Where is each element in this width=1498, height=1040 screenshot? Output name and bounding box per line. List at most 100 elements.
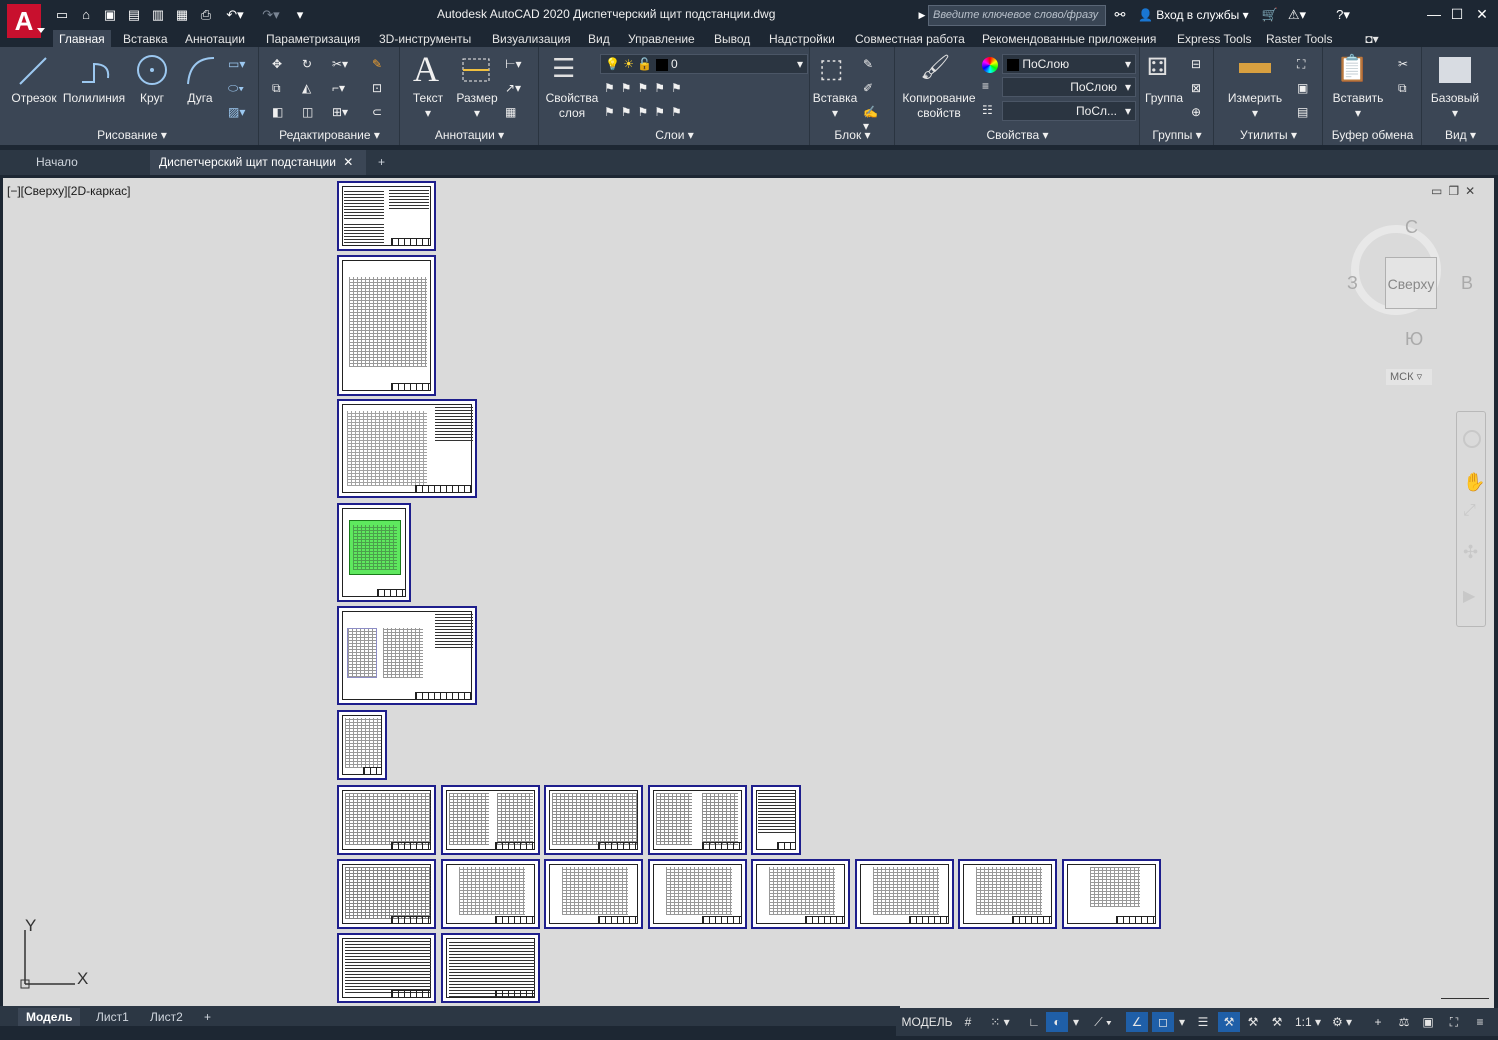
osnap-menu-icon[interactable]: ▾ [1176,1012,1188,1032]
isodraft-icon[interactable]: ⟋ ▾ [1086,1012,1120,1032]
table-icon[interactable]: ▦ [505,105,523,123]
ribbon-toggle-icon[interactable]: ◘▾ [1361,31,1383,47]
color-dropdown[interactable]: ПоСлою ▾ [1002,54,1136,74]
ucs-menu[interactable]: МСК ▿ [1386,369,1432,385]
groups-panel-title[interactable]: Группы ▾ [1141,127,1213,143]
tab-collaborate[interactable]: Совместная работа [855,31,965,47]
layer-tools-row1-icon[interactable]: ⚑⚑⚑⚑⚑ [604,81,724,99]
clean-screen-icon[interactable]: ⛶ [1444,1012,1464,1032]
save-as-icon[interactable]: ▤ [126,7,142,23]
compass-north[interactable]: С [1405,217,1418,238]
lineweight-dropdown[interactable]: ПоСл... ▾ [1002,101,1136,121]
tab-featured-apps[interactable]: Рекомендованные приложения [982,31,1156,47]
drawing-sheet[interactable] [544,785,643,855]
drawing-sheet[interactable] [855,859,954,929]
scale-icon[interactable]: ◫ [302,105,320,123]
close-icon[interactable]: ✕ [1470,4,1494,24]
layer-tools-row2-icon[interactable]: ⚑⚑⚑⚑⚑ [604,105,724,123]
draw-panel-title[interactable]: Рисование ▾ [6,127,258,143]
drawing-sheet[interactable] [751,785,801,855]
polar-tracking-icon[interactable]: ◐ [1046,1012,1068,1032]
rectangle-icon[interactable]: ▭▾ [228,57,246,75]
sign-in-button[interactable]: 👤 Вход в службы ▾ [1138,8,1249,22]
annotation-scale-icon[interactable]: ⚒ [1266,1012,1288,1032]
utilities-panel-title[interactable]: Утилиты ▾ [1215,127,1322,143]
select-all-icon[interactable]: ▣ [1297,81,1315,99]
minimize-icon[interactable]: — [1422,4,1446,24]
properties-panel-title[interactable]: Свойства ▾ [896,127,1139,143]
cut-icon[interactable]: ✂ [1398,57,1416,75]
polyline-button[interactable]: Полилиния [62,91,126,106]
drawing-sheet[interactable] [648,859,747,929]
drawing-canvas[interactable]: [−][Сверху][2D-каркас] ▭❐✕ Сверху С Ю З … [3,178,1494,1008]
copy-clip-icon[interactable]: ⧉ [1398,81,1416,99]
maximize-icon[interactable]: ☐ [1445,4,1469,24]
ortho-icon[interactable]: ∟ [1024,1012,1044,1032]
grid-icon[interactable]: # [958,1012,978,1032]
tab-parametric[interactable]: Параметризация [266,31,360,47]
group-edit-icon[interactable]: ⊠ [1191,81,1209,99]
group-button[interactable]: Группа [1141,91,1187,106]
tab-model[interactable]: Модель [18,1008,81,1026]
fillet-icon[interactable]: ⌐▾ [332,81,350,99]
trim-icon[interactable]: ✂▾ [332,57,350,75]
tab-manage[interactable]: Управление [628,31,695,47]
zoom-extents-icon[interactable]: ⤢ [1463,502,1476,520]
viewcube[interactable]: Сверху С Ю З В [1347,217,1473,349]
drawing-sheet[interactable] [648,785,747,855]
ellipse-icon[interactable]: ⬭▾ [228,81,246,99]
quick-properties-icon[interactable]: ▣ [1418,1012,1438,1032]
a360-icon[interactable]: ⚠▾ [1284,7,1310,23]
drawing-sheet[interactable] [441,933,540,1003]
dimension-button[interactable]: Размер ▾ [453,91,501,121]
drawing-sheet[interactable] [337,255,436,396]
steering-wheel-icon[interactable] [1463,430,1481,448]
redo-icon[interactable]: ↷▾ [258,7,284,23]
open-icon[interactable]: ⌂ [78,7,94,23]
insert-block-button[interactable]: Вставка ▾ [811,91,859,121]
drawing-sheet[interactable] [337,399,477,498]
tab-layout2[interactable]: Лист2 [150,1008,183,1026]
customize-quick-access-icon[interactable]: ▾ [292,7,308,23]
arc-button[interactable]: Дуга [182,91,218,106]
save-icon[interactable]: ▣ [102,7,118,23]
compass-west[interactable]: З [1347,273,1358,294]
measure-button[interactable]: Измерить ▾ [1221,91,1289,121]
drawing-sheet[interactable] [337,710,387,780]
add-layout-button[interactable]: + [204,1008,211,1026]
clipboard-panel-title[interactable]: Буфер обмена [1324,127,1421,143]
tab-layout1[interactable]: Лист1 [96,1008,129,1026]
pan-icon[interactable]: ✋ [1463,472,1485,493]
mirror-icon[interactable]: ◭ [302,81,320,99]
drawing-sheet[interactable] [337,181,436,251]
viewport-controls[interactable]: [−][Сверху][2D-каркас] [7,184,131,198]
annotation-scale-menu[interactable]: 1:1 ▾ [1292,1012,1324,1032]
save-web-icon[interactable]: ▦ [174,7,190,23]
help-icon[interactable]: ?▾ [1328,7,1358,23]
viewport-window-controls[interactable]: ▭❐✕ [1431,184,1481,198]
tab-drawing-active[interactable]: Диспетчерский щит подстанции ✕ [150,150,366,175]
ungroup-icon[interactable]: ⊟ [1191,57,1209,75]
calculator-icon[interactable]: ▤ [1297,105,1315,123]
undo-icon[interactable]: ↶▾ [222,7,248,23]
layers-panel-title[interactable]: Слои ▾ [540,127,809,143]
model-space-button[interactable]: МОДЕЛЬ [900,1012,954,1032]
annotation-panel-title[interactable]: Аннотации ▾ [401,127,538,143]
group-select-icon[interactable]: ⊕ [1191,105,1209,123]
edit-block-icon[interactable]: ✐ [863,81,881,99]
block-attributes-icon[interactable]: ✍▾ [863,105,881,133]
layer-properties-button[interactable]: Свойства слоя [542,91,602,121]
tab-addins[interactable]: Надстройки [769,31,835,47]
object-snap-icon[interactable]: ◻ [1152,1012,1174,1032]
drawing-sheet[interactable] [337,859,436,929]
linear-dim-icon[interactable]: ⊢▾ [505,57,523,75]
tab-annotate[interactable]: Аннотации [185,31,245,47]
open-web-icon[interactable]: ▥ [150,7,166,23]
tab-output[interactable]: Вывод [714,31,750,47]
drawing-sheet[interactable] [337,933,436,1003]
cart-icon[interactable]: 🛒 [1260,7,1280,23]
drawing-sheet[interactable] [751,859,850,929]
text-button[interactable]: Текст ▾ [407,91,449,121]
base-view-button[interactable]: Базовый ▾ [1427,91,1483,121]
tab-start[interactable]: Начало [8,150,148,175]
